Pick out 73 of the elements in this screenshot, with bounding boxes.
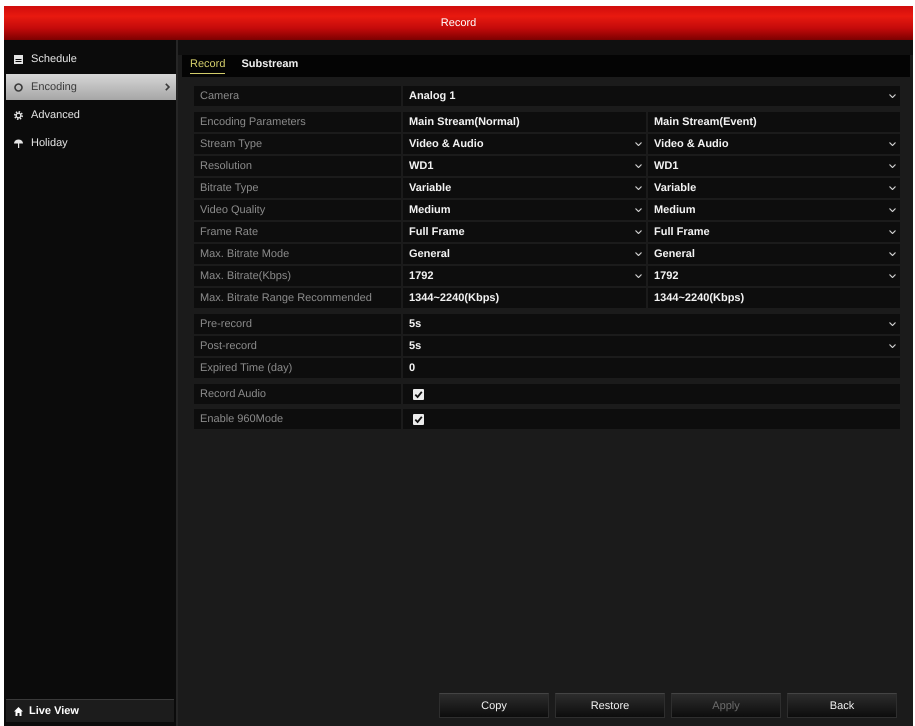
caret-icon [635, 208, 642, 212]
dropdown[interactable]: Full Frame [403, 222, 646, 242]
field-label: Expired Time (day) [194, 358, 401, 378]
caret-icon [889, 252, 896, 256]
dropdown[interactable]: Variable [403, 178, 646, 198]
dropdown[interactable]: Analog 1 [403, 86, 900, 106]
input-field[interactable]: 0 [403, 358, 900, 378]
caret-icon [635, 252, 642, 256]
table-cell: 1344~2240(Kbps) [648, 288, 900, 308]
sidebar-item[interactable]: Holiday [6, 130, 176, 156]
caret-icon [889, 322, 896, 326]
dropdown[interactable]: WD1 [403, 156, 646, 176]
field-label: Stream Type [194, 134, 401, 154]
dropdown[interactable]: Medium [648, 200, 900, 220]
sidebar-item[interactable]: Schedule [6, 46, 176, 72]
caret-icon [635, 186, 642, 190]
field-label: Resolution [194, 156, 401, 176]
caret-icon [889, 164, 896, 168]
table-cell: 1344~2240(Kbps) [403, 288, 646, 308]
caret-icon [889, 208, 896, 212]
caret-icon [889, 142, 896, 146]
caret-icon [635, 164, 642, 168]
dropdown[interactable]: Variable [648, 178, 900, 198]
dropdown[interactable]: Video & Audio [403, 134, 646, 154]
calendar-icon [14, 54, 23, 64]
field-label: Frame Rate [194, 222, 401, 242]
caret-icon [635, 142, 642, 146]
dropdown[interactable]: General [648, 244, 900, 264]
window-title: Record [440, 17, 476, 29]
checkbox[interactable] [413, 388, 424, 400]
dropdown[interactable]: 1792 [403, 266, 646, 286]
caret-icon [635, 230, 642, 234]
dropdown[interactable]: Video & Audio [648, 134, 900, 154]
dropdown[interactable]: WD1 [648, 156, 900, 176]
umbrella-icon [14, 138, 23, 148]
caret-icon [889, 230, 896, 234]
field-label: Max. Bitrate(Kbps) [194, 266, 401, 286]
restore-button[interactable]: Restore [555, 693, 665, 718]
dropdown[interactable]: 5s [403, 336, 900, 356]
field-label: Pre-record [194, 314, 401, 334]
column-header: Main Stream(Normal) [403, 112, 646, 132]
tab[interactable]: Substream [241, 58, 298, 74]
column-header: Main Stream(Event) [648, 112, 900, 132]
field-label: Video Quality [194, 200, 401, 220]
field-label: Max. Bitrate Mode [194, 244, 401, 264]
back-button[interactable]: Back [787, 693, 897, 718]
live-view-button[interactable]: Live View [6, 699, 174, 722]
dropdown[interactable]: Medium [403, 200, 646, 220]
field-label: Record Audio [194, 384, 401, 404]
caret-icon [889, 94, 896, 98]
caret-icon [635, 274, 642, 278]
field-label: Post-record [194, 336, 401, 356]
dropdown[interactable]: General [403, 244, 646, 264]
circle-icon [14, 82, 23, 92]
sidebar-item[interactable]: Advanced [6, 102, 176, 128]
checkbox[interactable] [413, 414, 424, 424]
caret-icon [889, 274, 896, 278]
field-label: Max. Bitrate Range Recommended [194, 288, 401, 308]
dropdown[interactable]: Full Frame [648, 222, 900, 242]
chevron-right-icon [165, 83, 170, 91]
dropdown[interactable]: 5s [403, 314, 900, 334]
dropdown[interactable]: 1792 [648, 266, 900, 286]
gear-icon [14, 110, 23, 120]
copy-button[interactable]: Copy [439, 693, 549, 718]
field-label: Enable 960Mode [194, 409, 401, 429]
column-header: Encoding Parameters [194, 112, 401, 132]
caret-icon [889, 186, 896, 190]
home-icon [14, 706, 23, 716]
caret-icon [889, 344, 896, 348]
field-label: Camera [194, 86, 401, 106]
tab[interactable]: Record [190, 58, 226, 74]
field-label: Bitrate Type [194, 178, 401, 198]
sidebar-item[interactable]: Encoding [6, 74, 176, 100]
